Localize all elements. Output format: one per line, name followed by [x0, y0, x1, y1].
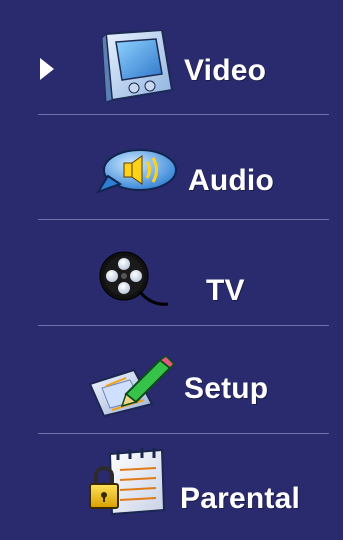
speaker-bubble-icon — [95, 146, 180, 205]
pencil-document-icon — [86, 355, 178, 423]
menu-item-label: Audio — [188, 164, 274, 197]
menu-item-tv[interactable]: TV — [0, 212, 343, 318]
menu-item-label: Setup — [184, 372, 269, 405]
film-reel-icon — [94, 248, 174, 315]
menu-item-label: Parental — [180, 482, 300, 515]
menu-item-label: Video — [184, 54, 267, 87]
video-player-icon — [92, 28, 176, 107]
lock-notepad-icon — [84, 444, 172, 521]
osd-menu-panel: Video Audio TV Setup Parental — [0, 0, 353, 540]
menu-item-setup[interactable]: Setup — [0, 318, 343, 424]
menu-item-video[interactable]: Video — [0, 0, 343, 106]
menu-item-label: TV — [206, 274, 245, 307]
menu-item-parental[interactable]: Parental — [0, 424, 343, 530]
menu-item-audio[interactable]: Audio — [0, 106, 343, 212]
